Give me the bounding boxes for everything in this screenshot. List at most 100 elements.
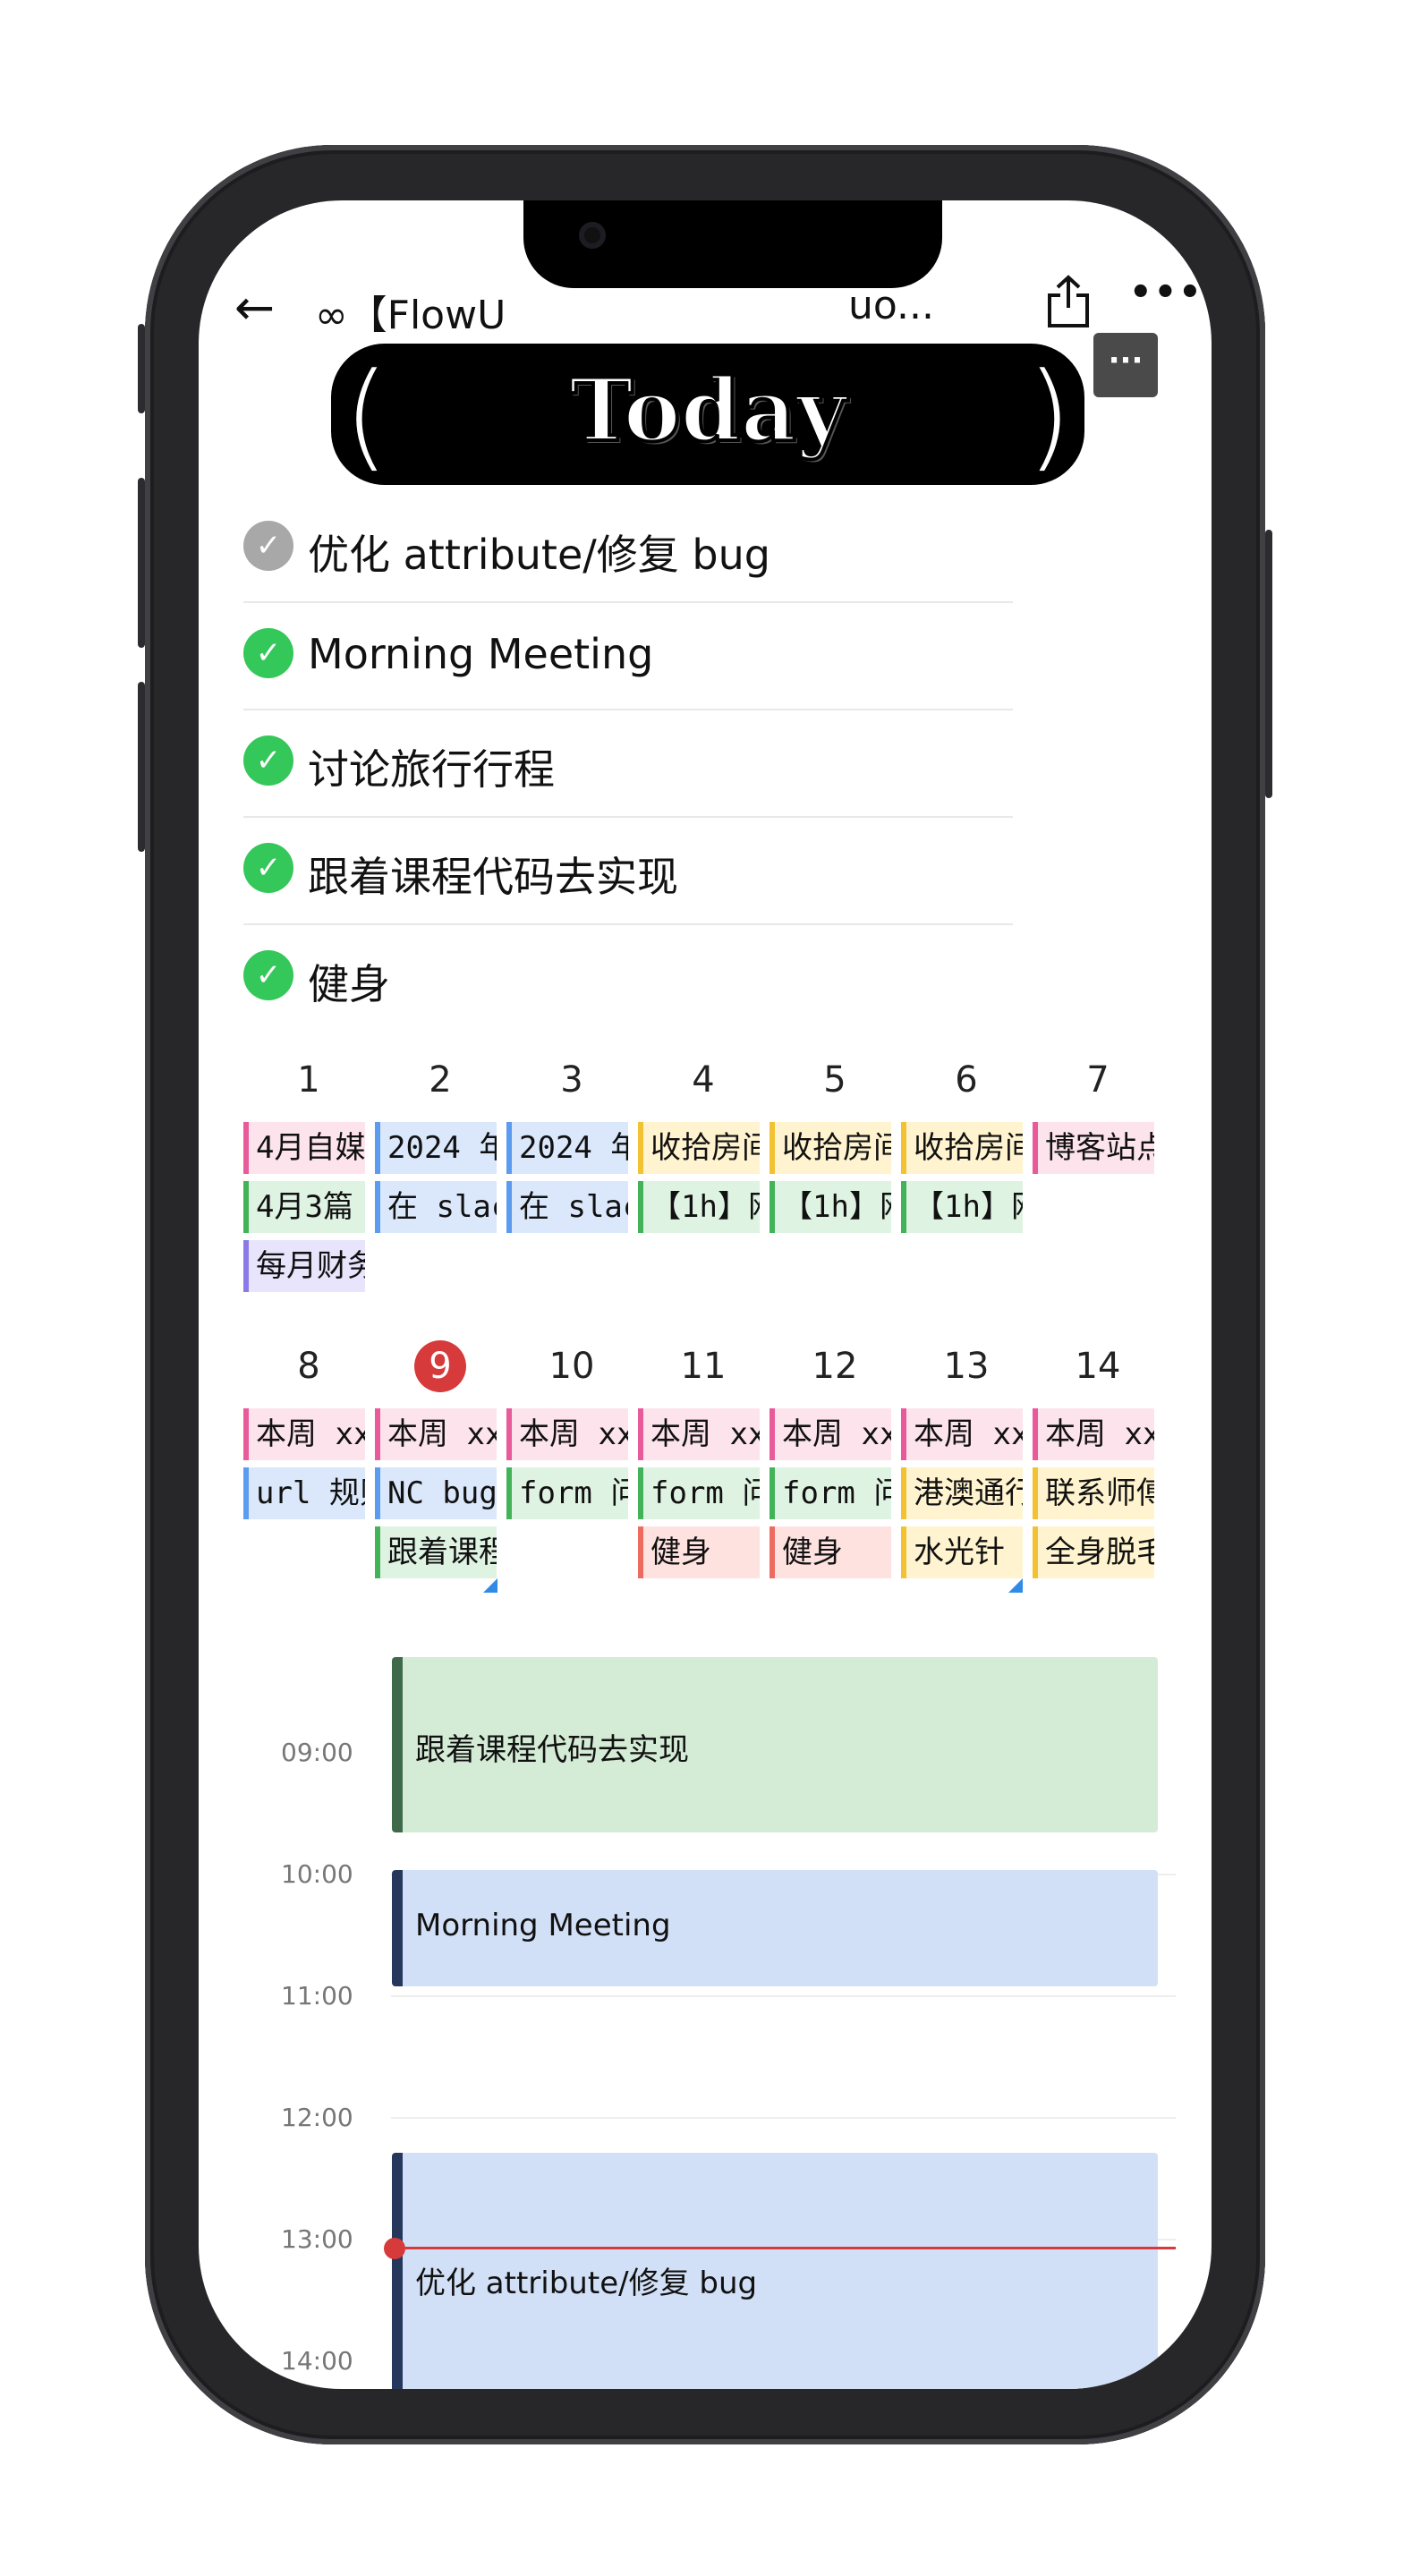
event-title: 跟着课程代码去实现 (415, 1732, 689, 1768)
block-menu-button[interactable]: ··· (1093, 333, 1158, 397)
week-row-1: 1 2 3 4 5 6 7 4月自媒 4月3篇 每月财务 2024 年 在 sl… (243, 1059, 1163, 1292)
day-number[interactable]: 7 (1033, 1059, 1163, 1101)
todo-item[interactable]: ✓ 优化 attribute/修复 bug (243, 494, 1013, 603)
hour-label: 10:00 (281, 1859, 353, 1889)
day-number[interactable]: 4 (638, 1059, 769, 1101)
calendar-event-chip[interactable]: 收拾房间 (638, 1122, 760, 1174)
week-row-2: 8 9 10 11 12 13 14 本周 xxx url 规则 本周 xxx … (243, 1340, 1163, 1593)
notch (523, 200, 942, 288)
todo-item[interactable]: ✓ 健身 (243, 923, 1013, 1031)
calendar-event-chip[interactable]: 每月财务 (243, 1240, 365, 1292)
day-number[interactable]: 13 (901, 1346, 1032, 1387)
calendar-event-chip[interactable]: 博客站点 (1033, 1122, 1154, 1174)
event-title: 优化 attribute/修复 bug (415, 2266, 758, 2301)
hour-label: 12:00 (281, 2103, 353, 2132)
calendar-event-chip[interactable]: 4月3篇 (243, 1181, 365, 1233)
day-number[interactable]: 14 (1033, 1346, 1163, 1387)
day-number[interactable]: 6 (901, 1059, 1032, 1101)
hour-divider (391, 2117, 1176, 2119)
event-title: Morning Meeting (415, 1908, 671, 1943)
phone-frame: ← ∞【FlowU uo... ••• ( Today ) ··· ✓ 优化 a… (138, 145, 1272, 2444)
checkmark-icon[interactable]: ✓ (243, 950, 293, 1000)
calendar-event-chip[interactable]: 本周 xxx (901, 1408, 1023, 1460)
page-title-tail: uo... (848, 283, 934, 328)
calendar-event-chip[interactable]: 健身 (770, 1526, 891, 1578)
calendar-event-chip[interactable]: 收拾房间 (901, 1122, 1023, 1174)
calendar-event-chip[interactable]: 【1h】网 (901, 1181, 1023, 1233)
calendar-event-chip[interactable]: 本周 xxx (506, 1408, 628, 1460)
calendar-event-chip[interactable]: 本周 xxx (770, 1408, 891, 1460)
page-title: ∞【FlowU uo... (315, 283, 934, 340)
power-button (1265, 530, 1272, 798)
checkmark-icon[interactable]: ✓ (243, 521, 293, 571)
todo-label: 跟着课程代码去实现 (308, 853, 678, 901)
todo-label: Morning Meeting (308, 630, 654, 678)
page-title-text: ∞【FlowU (315, 293, 506, 338)
day-number[interactable]: 3 (506, 1059, 637, 1101)
timeline-event[interactable]: 跟着课程代码去实现 (392, 1657, 1158, 1832)
more-events-indicator[interactable] (1008, 1578, 1023, 1593)
hour-label: 13:00 (281, 2224, 353, 2254)
day-number[interactable]: 10 (506, 1346, 637, 1387)
calendar-event-chip[interactable]: 收拾房间 (770, 1122, 891, 1174)
calendar-event-chip[interactable]: 跟着课程 (375, 1526, 497, 1578)
calendar-event-chip[interactable]: 本周 xxx (638, 1408, 760, 1460)
todo-item[interactable]: ✓ Morning Meeting (243, 601, 1013, 710)
right-bracket-icon: ) (1026, 347, 1072, 483)
calendar-event-chip[interactable]: 在 slack (506, 1181, 628, 1233)
day-number[interactable]: 2 (375, 1059, 506, 1101)
ellipsis-icon[interactable]: ••• (1129, 272, 1203, 313)
day-number[interactable]: 12 (770, 1346, 900, 1387)
todo-label: 优化 attribute/修复 bug (308, 531, 770, 579)
timeline-event[interactable]: 优化 attribute/修复 bug (392, 2153, 1158, 2389)
calendar-event-chip[interactable]: NC bug (375, 1467, 497, 1519)
todo-label: 讨论旅行行程 (308, 745, 555, 794)
checkmark-icon[interactable]: ✓ (243, 628, 293, 678)
calendar-event-chip[interactable]: form 问题 (638, 1467, 760, 1519)
calendar-event-chip[interactable]: 港澳通行 (901, 1467, 1023, 1519)
todo-item[interactable]: ✓ 跟着课程代码去实现 (243, 816, 1013, 925)
calendar-event-chip[interactable]: 【1h】网 (638, 1181, 760, 1233)
hour-label: 11:00 (281, 1981, 353, 2011)
calendar-event-chip[interactable]: 本周 xxx (375, 1408, 497, 1460)
calendar-event-chip[interactable]: 联系师傅 (1033, 1467, 1154, 1519)
timeline-event[interactable]: Morning Meeting (392, 1870, 1158, 1986)
calendar-event-chip[interactable]: 水光针 (901, 1526, 1023, 1578)
volume-down-button (138, 682, 145, 852)
calendar-event-chip[interactable]: form 问 (770, 1467, 891, 1519)
todo-label: 健身 (308, 960, 390, 1008)
share-icon[interactable] (1044, 274, 1093, 333)
day-timeline: 09:00 10:00 11:00 12:00 13:00 14:00 跟着课程… (199, 1614, 1212, 2389)
day-number[interactable]: 1 (243, 1059, 374, 1101)
hour-label: 14:00 (281, 2346, 353, 2376)
day-number-today[interactable]: 9 (375, 1340, 506, 1392)
day-number[interactable]: 5 (770, 1059, 900, 1101)
mute-switch (138, 324, 145, 413)
more-events-indicator[interactable] (483, 1578, 497, 1593)
calendar-event-chip[interactable]: 在 slack (375, 1181, 497, 1233)
todo-item[interactable]: ✓ 讨论旅行行程 (243, 709, 1013, 818)
day-number[interactable]: 8 (243, 1346, 374, 1387)
screen: ← ∞【FlowU uo... ••• ( Today ) ··· ✓ 优化 a… (199, 200, 1212, 2389)
checkmark-icon[interactable]: ✓ (243, 843, 293, 893)
calendar-event-chip[interactable]: 2024 年 (375, 1122, 497, 1174)
calendar-event-chip[interactable]: url 规则 (243, 1467, 365, 1519)
calendar-event-chip[interactable]: 2024 年 (506, 1122, 628, 1174)
today-badge: 9 (414, 1340, 466, 1392)
current-time-dot (384, 2238, 405, 2259)
calendar-event-chip[interactable]: form 问题 (506, 1467, 628, 1519)
arrow-left-icon[interactable]: ← (234, 279, 275, 336)
today-title: Today (567, 358, 848, 463)
calendar-event-chip[interactable]: 本周 xxx (243, 1408, 365, 1460)
volume-up-button (138, 478, 145, 648)
checkmark-icon[interactable]: ✓ (243, 735, 293, 786)
calendar-event-chip[interactable]: 本周 xxx (1033, 1408, 1154, 1460)
hour-divider (391, 1995, 1176, 1997)
calendar-event-chip[interactable]: 全身脱毛 (1033, 1526, 1154, 1578)
hour-label: 09:00 (281, 1738, 353, 1767)
day-number[interactable]: 11 (638, 1346, 769, 1387)
calendar-event-chip[interactable]: 健身 (638, 1526, 760, 1578)
calendar-event-chip[interactable]: 【1h】网 (770, 1181, 891, 1233)
today-banner: ( Today ) (331, 344, 1084, 485)
calendar-event-chip[interactable]: 4月自媒 (243, 1122, 365, 1174)
